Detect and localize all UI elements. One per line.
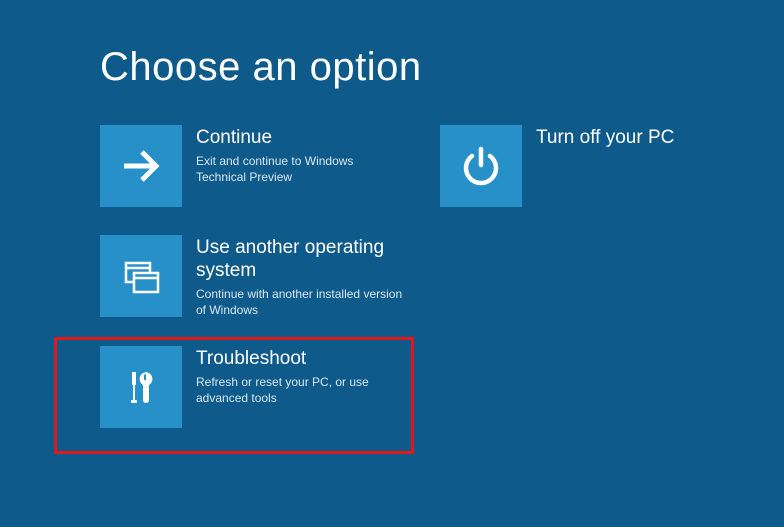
- windows-stack-icon: [116, 251, 166, 301]
- options-column-left: Continue Exit and continue to Windows Te…: [100, 125, 410, 428]
- continue-option[interactable]: Continue Exit and continue to Windows Te…: [100, 125, 410, 207]
- continue-tile: [100, 125, 182, 207]
- recovery-screen: Choose an option Continue: [0, 0, 784, 428]
- turn-off-text: Turn off your PC: [536, 125, 674, 153]
- options-grid: Continue Exit and continue to Windows Te…: [100, 125, 784, 428]
- continue-text: Continue Exit and continue to Windows Te…: [196, 125, 406, 185]
- turn-off-option[interactable]: Turn off your PC: [440, 125, 700, 207]
- another-os-option[interactable]: Use another operating system Continue wi…: [100, 235, 410, 318]
- power-icon: [456, 141, 506, 191]
- tools-icon: [116, 362, 166, 412]
- page-title: Choose an option: [100, 45, 784, 90]
- troubleshoot-option[interactable]: Troubleshoot Refresh or reset your PC, o…: [100, 346, 410, 428]
- options-column-right: Turn off your PC: [440, 125, 700, 428]
- another-os-text: Use another operating system Continue wi…: [196, 235, 410, 318]
- troubleshoot-title: Troubleshoot: [196, 348, 406, 371]
- another-os-title: Use another operating system: [196, 237, 410, 283]
- arrow-right-icon: [116, 141, 166, 191]
- continue-title: Continue: [196, 127, 406, 150]
- continue-desc: Exit and continue to Windows Technical P…: [196, 153, 406, 185]
- troubleshoot-desc: Refresh or reset your PC, or use advance…: [196, 374, 406, 406]
- turn-off-tile: [440, 125, 522, 207]
- turn-off-title: Turn off your PC: [536, 127, 674, 150]
- another-os-desc: Continue with another installed version …: [196, 286, 406, 318]
- troubleshoot-tile: [100, 346, 182, 428]
- troubleshoot-text: Troubleshoot Refresh or reset your PC, o…: [196, 346, 406, 406]
- another-os-tile: [100, 235, 182, 317]
